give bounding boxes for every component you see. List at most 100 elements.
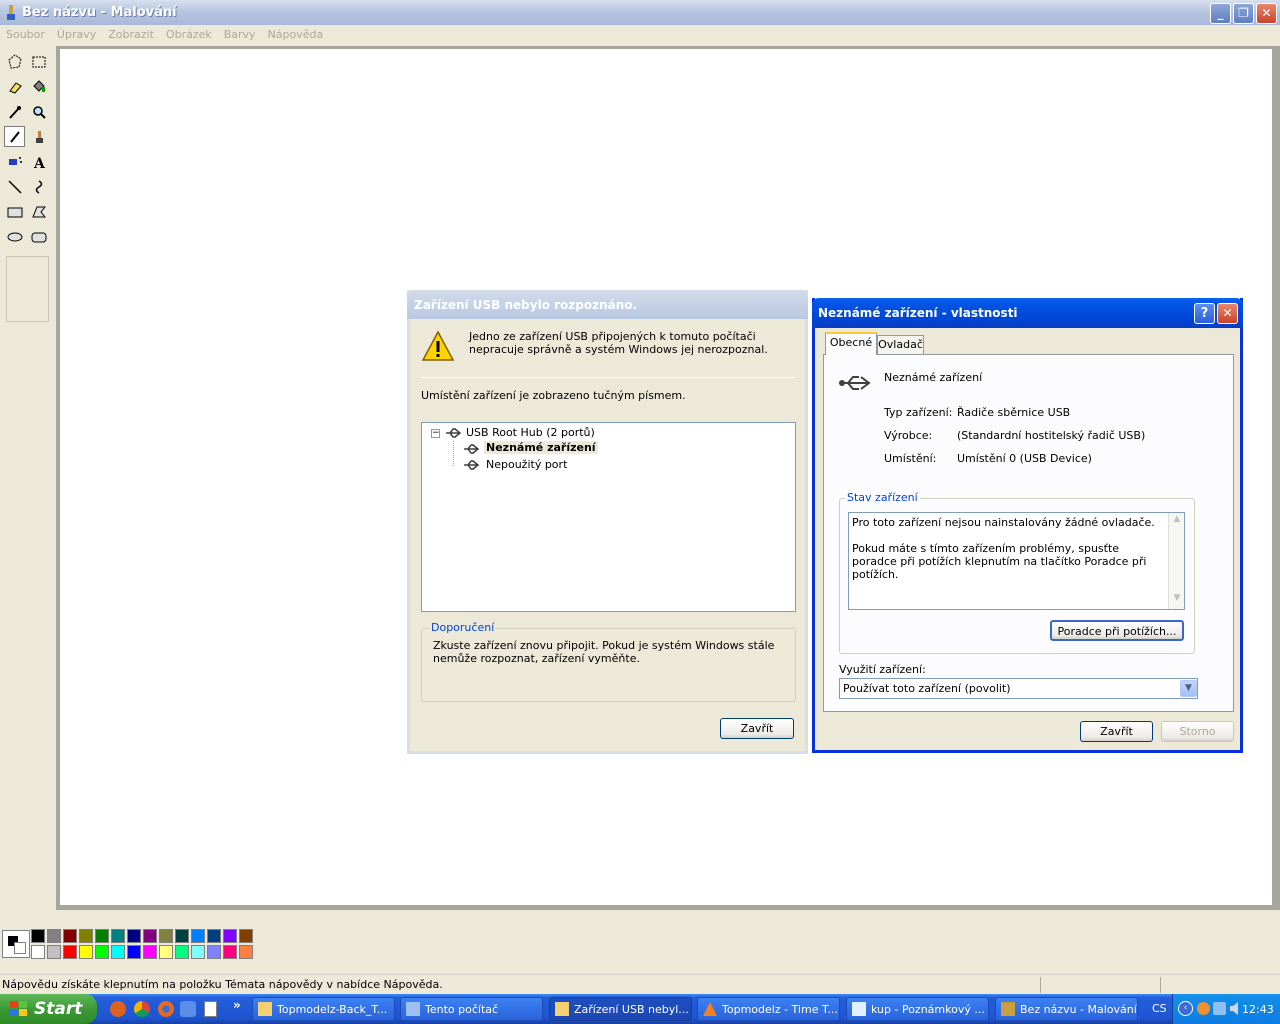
network-icon[interactable]	[1213, 1002, 1226, 1015]
tree-unused-port[interactable]: Nepoužitý port	[486, 458, 567, 471]
task-vlc[interactable]: Topmodelz - Time T...	[697, 997, 840, 1021]
scroll-up-icon[interactable]: ▲	[1170, 514, 1184, 528]
menu-zobrazit[interactable]: Zobrazit	[102, 25, 160, 41]
menu-barvy[interactable]: Barvy	[218, 25, 262, 41]
tab-obecne[interactable]: Obecné	[825, 332, 877, 355]
tree-unknown-device[interactable]: Neznámé zařízení	[484, 441, 598, 454]
fill-bucket-icon[interactable]	[28, 76, 49, 97]
tree-root-label[interactable]: USB Root Hub (2 portů)	[466, 426, 595, 439]
tab-ovladac[interactable]: Ovladač	[877, 335, 924, 354]
pencil-icon[interactable]	[4, 126, 25, 147]
clock[interactable]: 12:43	[1242, 1003, 1274, 1016]
palette-swatch[interactable]	[95, 929, 109, 943]
palette-swatch[interactable]	[191, 929, 205, 943]
rect-select-icon[interactable]	[28, 51, 49, 72]
rounded-rect-tool-icon[interactable]	[28, 226, 49, 247]
polygon-tool-icon[interactable]	[28, 201, 49, 222]
properties-close-x[interactable]: ✕	[1217, 303, 1238, 324]
palette-swatch[interactable]	[63, 945, 77, 959]
color-picker-icon[interactable]	[4, 101, 25, 122]
restore-button[interactable]: ❐	[1233, 3, 1254, 24]
status-text: Nápovědu získáte klepnutím na položku Té…	[2, 978, 443, 991]
palette-swatch[interactable]	[31, 945, 45, 959]
task-usb-dialog[interactable]: Zařízení USB nebyl...	[549, 997, 692, 1021]
palette-swatch[interactable]	[191, 945, 205, 959]
start-button[interactable]: Start	[0, 994, 97, 1024]
text-tool-icon[interactable]: A	[28, 151, 49, 172]
volume-icon[interactable]	[1229, 1001, 1238, 1016]
palette-swatch[interactable]	[223, 945, 237, 959]
menu-upravy[interactable]: Úpravy	[51, 25, 102, 41]
palette-swatch[interactable]	[127, 945, 141, 959]
chevron-down-icon[interactable]: ▼	[1180, 680, 1197, 697]
quicklaunch-more[interactable]: »	[233, 998, 241, 1012]
ellipse-tool-icon[interactable]	[4, 226, 25, 247]
rectangle-tool-icon[interactable]	[4, 201, 25, 222]
task-notepad[interactable]: kup - Poznámkový ...	[846, 997, 989, 1021]
menu-obrazek[interactable]: Obrázek	[160, 25, 218, 41]
firefox-icon[interactable]	[158, 1001, 174, 1017]
collapse-toggle[interactable]: −	[431, 429, 440, 438]
chrome-icon[interactable]	[134, 1001, 150, 1017]
palette-swatch[interactable]	[79, 929, 93, 943]
paint-app-icon	[1001, 1002, 1015, 1016]
palette-swatch[interactable]	[207, 929, 221, 943]
palette-swatch[interactable]	[223, 929, 237, 943]
task-my-computer[interactable]: Tento počítač	[400, 997, 543, 1021]
troubleshoot-button[interactable]: Poradce při potížích...	[1050, 620, 1184, 641]
magnifier-icon[interactable]	[28, 101, 49, 122]
brush-icon[interactable]	[28, 126, 49, 147]
task-paint[interactable]: Bez názvu - Malování	[995, 997, 1138, 1021]
notepad-icon[interactable]	[204, 1001, 217, 1017]
curve-tool-icon[interactable]	[28, 176, 49, 197]
palette-swatch[interactable]	[111, 945, 125, 959]
help-button[interactable]: ?	[1194, 303, 1215, 324]
properties-cancel-button[interactable]: Storno	[1161, 721, 1234, 742]
free-select-icon[interactable]	[4, 51, 25, 72]
tray-app-icon[interactable]	[1197, 1002, 1210, 1015]
usage-select[interactable]: Používat toto zařízení (povolit) ▼	[839, 678, 1198, 699]
palette-swatch[interactable]	[31, 929, 45, 943]
palette-swatch[interactable]	[95, 945, 109, 959]
palette-swatch[interactable]	[127, 929, 141, 943]
palette-swatch[interactable]	[239, 929, 253, 943]
minimize-button[interactable]: _	[1210, 3, 1231, 24]
usb-device-tree[interactable]: − USB Root Hub (2 portů) Neznámé zařízen…	[421, 422, 796, 612]
language-indicator[interactable]: CS	[1152, 1002, 1167, 1015]
palette-swatch[interactable]	[159, 945, 173, 959]
eraser-icon[interactable]	[4, 76, 25, 97]
palette-swatch[interactable]	[47, 929, 61, 943]
palette-swatch[interactable]	[79, 945, 93, 959]
ie-icon[interactable]	[180, 1001, 196, 1017]
properties-titlebar[interactable]: Neznámé zařízení - vlastnosti ? ✕	[812, 298, 1243, 328]
menu-soubor[interactable]: Soubor	[0, 25, 51, 41]
location-note: Umístění zařízení je zobrazeno tučným pí…	[421, 389, 686, 402]
scroll-down-icon[interactable]: ▼	[1170, 593, 1184, 607]
palette-swatch[interactable]	[111, 929, 125, 943]
avast-icon[interactable]	[110, 1001, 126, 1017]
paint-titlebar[interactable]: Bez názvu - Malování _ ❐ ✕	[0, 0, 1280, 25]
palette-swatch[interactable]	[175, 945, 189, 959]
palette-swatch[interactable]	[239, 945, 253, 959]
palette-swatch[interactable]	[143, 929, 157, 943]
tray-expand-icon[interactable]: ‹	[1178, 1001, 1193, 1016]
close-button[interactable]: ✕	[1256, 3, 1277, 24]
current-colors[interactable]	[2, 930, 30, 958]
palette-swatch[interactable]	[207, 945, 221, 959]
properties-ok-button[interactable]: Zavřít	[1080, 721, 1153, 742]
palette-swatch[interactable]	[175, 929, 189, 943]
usb-dialog-close-button[interactable]: Zavřít	[720, 718, 794, 739]
palette-swatch[interactable]	[143, 945, 157, 959]
device-status-textbox[interactable]: Pro toto zařízení nejsou nainstalovány ž…	[848, 512, 1185, 610]
palette-swatch[interactable]	[159, 929, 173, 943]
usb-dialog-titlebar[interactable]: Zařízení USB nebylo rozpoznáno.	[407, 290, 808, 319]
palette-swatch[interactable]	[47, 945, 61, 959]
usb-not-recognized-dialog: Zařízení USB nebylo rozpoznáno. Jedno ze…	[407, 290, 808, 754]
menu-napoveda[interactable]: Nápověda	[262, 25, 330, 41]
line-tool-icon[interactable]	[4, 176, 25, 197]
task-explorer-topmodelz[interactable]: Topmodelz-Back_T...	[252, 997, 395, 1021]
tool-options-panel[interactable]	[6, 256, 49, 322]
status-scrollbar[interactable]: ▲ ▼	[1168, 513, 1184, 609]
palette-swatch[interactable]	[63, 929, 77, 943]
airbrush-icon[interactable]	[4, 151, 25, 172]
